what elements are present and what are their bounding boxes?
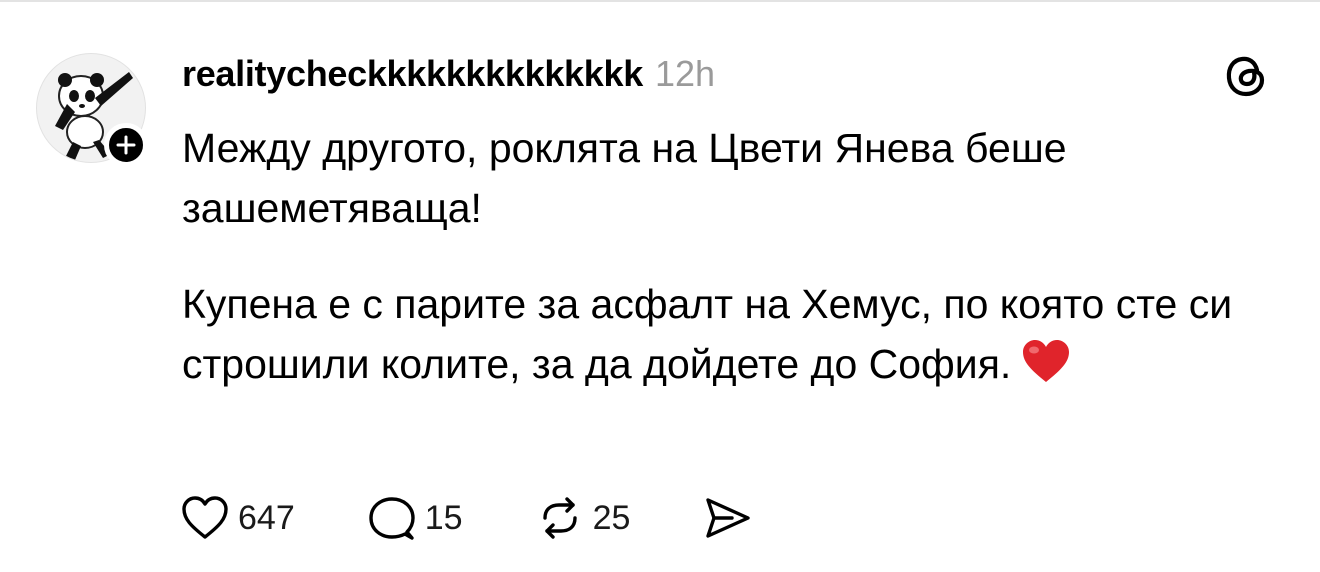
- username-link[interactable]: realitycheckkkkkkkkkkkkkk: [182, 53, 643, 95]
- repost-count: 25: [592, 498, 631, 537]
- speech-bubble-icon: [369, 497, 415, 540]
- threads-logo-icon[interactable]: [1222, 52, 1270, 100]
- share-button[interactable]: [702, 494, 752, 542]
- send-icon: [706, 498, 751, 538]
- avatar-container[interactable]: [36, 53, 148, 167]
- post-paragraph: Между другото, роклята на Цвети Янева бе…: [182, 125, 1067, 231]
- heart-emoji: [1021, 338, 1071, 400]
- like-count: 647: [238, 498, 295, 537]
- plus-icon: [116, 135, 136, 155]
- post-actions: 647 15 25: [180, 490, 752, 546]
- post-paragraph: Купена е с парите за асфалт на Хемус, по…: [182, 274, 1292, 400]
- reply-button[interactable]: 15: [367, 494, 463, 542]
- reply-count: 15: [424, 498, 463, 537]
- like-button[interactable]: 647: [180, 494, 295, 542]
- repost-button[interactable]: 25: [535, 494, 631, 542]
- post-header: realitycheckkkkkkkkkkkkkk 12h: [182, 52, 715, 96]
- repost-icon: [542, 497, 577, 539]
- follow-button[interactable]: [104, 123, 148, 167]
- heart-icon: [182, 496, 228, 539]
- post-paragraph-text: Купена е с парите за асфалт на Хемус, по…: [182, 281, 1233, 387]
- top-divider: [0, 0, 1320, 2]
- post-timestamp: 12h: [654, 53, 716, 94]
- post-body: Между другото, роклята на Цвети Янева бе…: [182, 118, 1292, 436]
